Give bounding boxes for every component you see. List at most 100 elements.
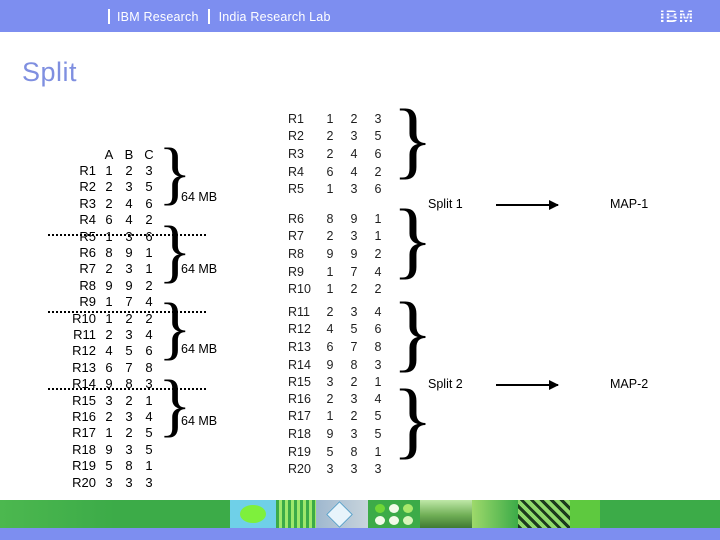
table-cell: 5 [145,179,153,195]
table-row: R20 3 3 3 [62,474,159,490]
table-cell: 6 [374,322,382,337]
split-block-brace: } [392,91,434,187]
row-label: R13 [72,359,96,375]
table-cell: 9 [326,426,334,441]
table-cell: 3 [350,129,358,144]
row-label: R8 [79,277,96,293]
table-row: R5 1 3 6 [288,180,390,198]
flow-arrow-2 [496,380,559,390]
footer-decoration [0,500,720,528]
row-label: R5 [288,182,304,197]
table-cell: 3 [350,229,358,244]
table-row: R11 2 3 4 [288,303,390,321]
table-row: R16 2 3 4 [288,390,390,408]
table-cell: 2 [145,212,153,228]
row-label: R20 [72,474,96,490]
table-cell: 5 [145,425,153,441]
table-cell: 3 [350,391,358,406]
row-label: R18 [72,441,96,457]
table-row: R6 8 9 1 [62,244,159,260]
row-label: R20 [288,462,311,477]
split-block: R11 2 3 4 R12 4 5 6 R13 6 7 8 R14 9 8 3 R15 3 2 1 [288,303,390,391]
table-row: R17 1 2 5 [62,425,159,441]
row-label: R1 [288,111,304,126]
table-cell: 3 [105,474,113,490]
map-label-1: MAP-1 [610,197,649,211]
deco-circle-shape [240,505,266,523]
column-header-c: C [144,146,154,162]
row-label: R12 [72,343,96,359]
table-row: R9 1 7 4 [62,294,159,310]
table-cell: 6 [326,339,334,354]
table-cell: 3 [125,441,133,457]
row-label: R4 [79,212,96,228]
table-cell: 3 [374,357,382,372]
table-cell: 1 [326,409,334,424]
table-cell: 4 [374,391,382,406]
row-label: R3 [79,195,96,211]
split-block: R1 1 2 3 R2 2 3 5 R3 2 4 6 R4 6 4 2 R5 1 3 6 [288,110,390,198]
table-cell: 7 [350,339,358,354]
table-cell: 9 [350,211,358,226]
row-label: R12 [288,322,311,337]
table-row: R18 9 3 5 [288,425,390,443]
row-label: R19 [288,444,311,459]
row-label: R11 [288,304,311,319]
table-cell: 9 [326,357,334,372]
table-row: R17 1 2 5 [288,408,390,426]
table-row: R11 2 3 4 [62,326,159,342]
table-cell: 3 [105,392,113,408]
table-cell: 2 [350,111,358,126]
row-label: R13 [288,339,311,354]
table-cell: 4 [125,195,133,211]
split-block-brace: } [392,284,434,380]
table-row: R19 5 8 1 [288,443,390,461]
table-cell: 4 [350,164,358,179]
table-cell: 3 [326,375,334,390]
table-cell: 1 [145,245,153,261]
table-cell: 3 [350,426,358,441]
table-cell: 2 [145,277,153,293]
table-cell: 1 [105,228,113,244]
row-label: R5 [79,228,96,244]
table-cell: 4 [145,408,153,424]
header-title: IBM Research [117,9,199,24]
table-cell: 6 [105,359,113,375]
row-label: R11 [73,326,96,342]
table-row: R4 6 4 2 [62,212,159,228]
table-cell: 8 [350,357,358,372]
deco-checker-tile [570,500,600,528]
table-cell: 2 [326,229,334,244]
column-header-b: B [124,146,134,162]
table-cell: 2 [374,164,382,179]
table-cell: 2 [326,129,334,144]
row-label: R16 [288,391,311,406]
table-cell: 5 [374,426,382,441]
table-row: R4 6 4 2 [288,163,390,181]
table-row: R15 3 2 1 [288,373,390,391]
table-cell: 8 [105,245,113,261]
deco-dot-1 [375,504,385,513]
table-cell: 7 [125,294,133,310]
chunk-brace: } [158,367,192,444]
row-label: R7 [288,229,304,244]
table-cell: 1 [105,425,113,441]
table-cell: 6 [374,146,382,161]
table-row: R10 1 2 2 [288,280,390,298]
table-cell: 1 [374,211,382,226]
map-label-2: MAP-2 [610,377,649,391]
ibm-logo: IBM [646,7,708,27]
table-cell: 2 [350,282,358,297]
table-cell: 8 [350,444,358,459]
table-cell: 9 [105,277,113,293]
table-cell: 3 [125,326,133,342]
header-separator-rule [207,9,210,24]
table-row: R12 4 5 6 [62,343,159,359]
table-cell: 3 [350,462,358,477]
split-label-2: Split 2 [428,377,463,391]
row-label: R9 [79,294,96,310]
table-row: R7 2 3 1 [62,261,159,277]
table-cell: 3 [374,111,382,126]
row-label: R2 [288,129,304,144]
split-label-1: Split 1 [428,197,463,211]
